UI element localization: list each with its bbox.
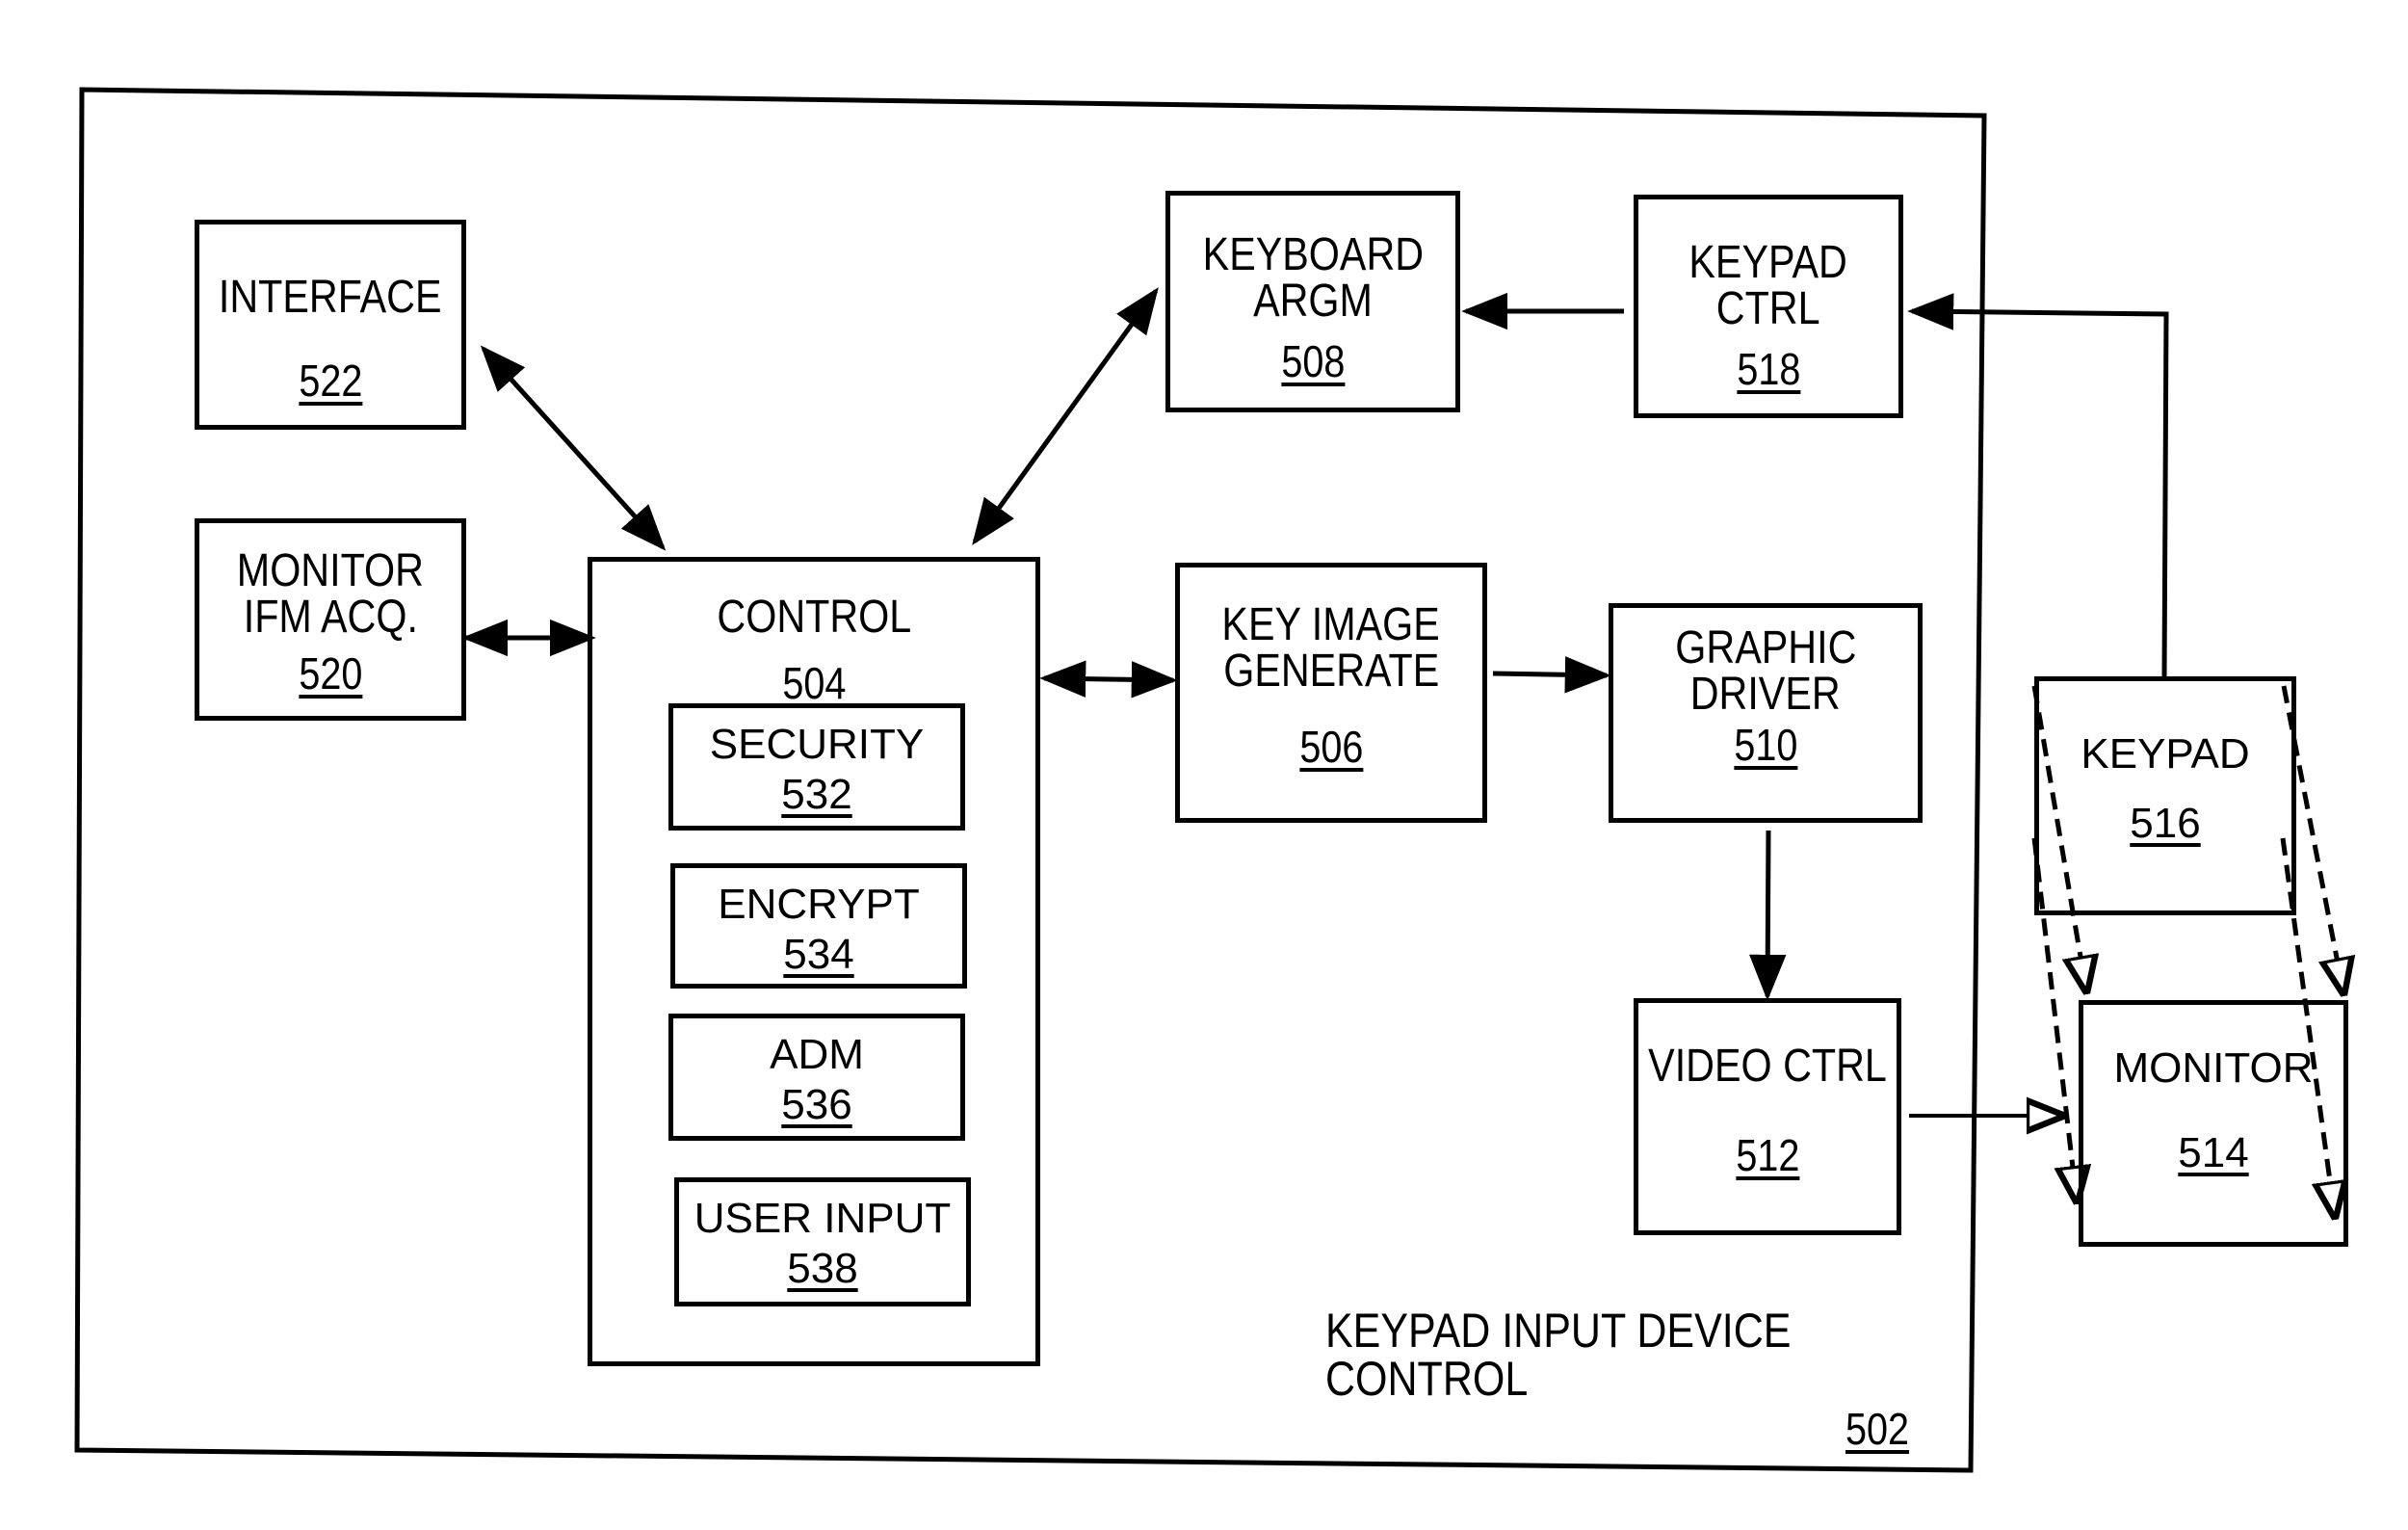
monitor-ifm-ref: 520: [298, 648, 363, 699]
monitor-ifm-label-2: IFM ACQ.: [243, 592, 418, 643]
key-image-ref: 506: [1298, 722, 1364, 772]
graphic-driver-label-1: GRAPHIC: [1674, 622, 1857, 673]
video-ctrl-ref: 512: [1735, 1130, 1800, 1180]
adm-ref: 536: [781, 1081, 852, 1128]
graphic-driver-label-2: DRIVER: [1690, 669, 1841, 720]
arrow-control-keyimage: [1039, 660, 1178, 699]
monitor-ifm-label-1: MONITOR: [236, 545, 425, 596]
arrow-keypad-keypadctrl: [1907, 293, 2169, 677]
keypad-ctrl-block: KEYPAD CTRL 518: [1634, 195, 1903, 418]
adm-label: ADM: [770, 1031, 864, 1078]
key-image-block: KEY IMAGE GENERATE 506: [1175, 563, 1487, 823]
keypad-ctrl-ref: 518: [1736, 344, 1801, 394]
keyboard-argm-label-1: KEYBOARD: [1202, 229, 1424, 280]
keypad-block: KEYPAD 516: [2034, 676, 2296, 915]
encrypt-ref: 534: [783, 931, 854, 978]
outer-caption-line-2: CONTROL: [1325, 1352, 1529, 1406]
monitor-block: MONITOR 514: [2079, 1000, 2348, 1247]
control-ref: 504: [781, 658, 847, 708]
keypad-label: KEYPAD: [2081, 730, 2250, 778]
arrow-keyimage-graphicdriver: [1492, 656, 1611, 694]
encrypt-block: ENCRYPT 534: [670, 863, 967, 989]
graphic-driver-ref: 510: [1733, 720, 1798, 770]
arrow-control-keyboardargm: [972, 287, 1159, 545]
user-input-block: USER INPUT 538: [674, 1177, 971, 1306]
monitor-ref: 514: [2178, 1129, 2249, 1176]
security-block: SECURITY 532: [668, 703, 965, 831]
outer-ref-502: 502: [1845, 1404, 1910, 1454]
video-ctrl-label: VIDEO CTRL: [1648, 1041, 1887, 1092]
outer-caption-line-1: KEYPAD INPUT DEVICE: [1325, 1304, 1792, 1358]
keypad-ctrl-label-2: CTRL: [1716, 283, 1820, 334]
user-input-ref: 538: [787, 1245, 858, 1292]
keypad-ctrl-label-1: KEYPAD: [1688, 237, 1848, 288]
interface-block: INTERFACE 522: [195, 220, 466, 430]
graphic-driver-block: GRAPHIC DRIVER 510: [1609, 603, 1923, 823]
encrypt-label: ENCRYPT: [718, 881, 920, 928]
key-image-label-2: GENERATE: [1222, 646, 1440, 697]
user-input-label: USER INPUT: [694, 1195, 952, 1242]
interface-ref: 522: [298, 356, 363, 406]
keyboard-argm-ref: 508: [1280, 336, 1346, 386]
monitor-ifm-block: MONITOR IFM ACQ. 520: [195, 518, 466, 721]
arrow-graphicdriver-videoctrl: [1749, 830, 1787, 1001]
video-ctrl-block: VIDEO CTRL 512: [1634, 998, 1901, 1235]
key-image-label-1: KEY IMAGE: [1221, 599, 1441, 650]
keypad-ref: 516: [2130, 800, 2201, 847]
arrow-interface-control: [480, 345, 667, 551]
security-ref: 532: [781, 771, 852, 818]
control-label: CONTROL: [717, 592, 911, 643]
adm-block: ADM 536: [668, 1014, 965, 1141]
monitor-label: MONITOR: [2113, 1044, 2314, 1092]
interface-label: INTERFACE: [219, 272, 442, 323]
keyboard-argm-label-2: ARGM: [1253, 276, 1373, 327]
security-label: SECURITY: [709, 721, 925, 768]
keyboard-argm-block: KEYBOARD ARGM 508: [1165, 191, 1460, 412]
